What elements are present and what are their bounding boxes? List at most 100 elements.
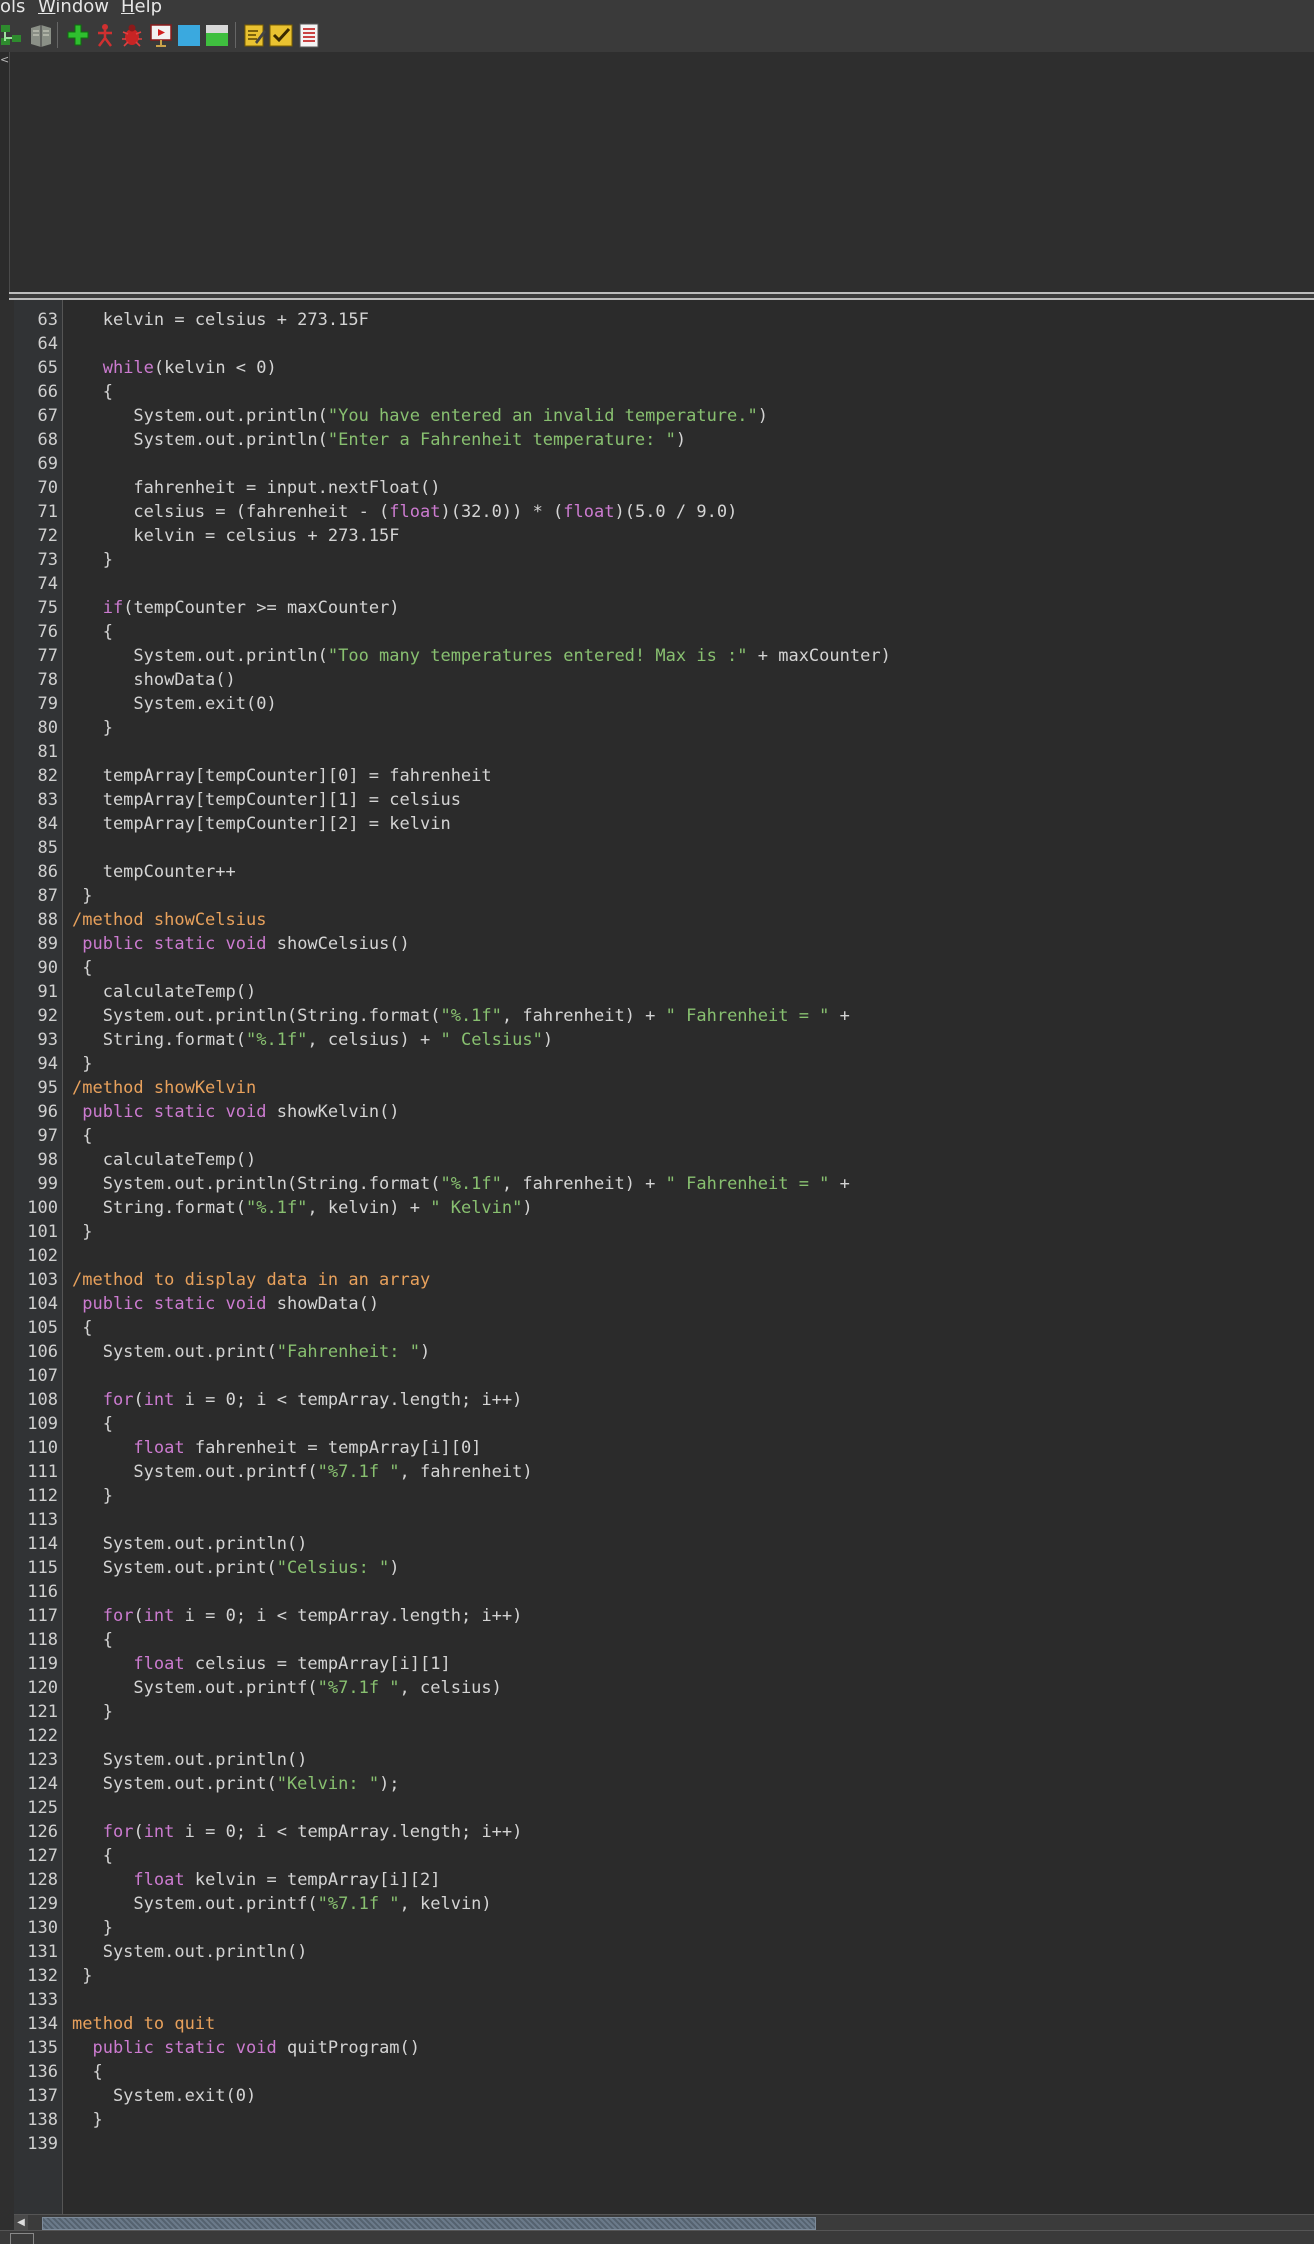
menu-window[interactable]: Window (38, 0, 109, 18)
code-line[interactable]: 126 for(int i = 0; i < tempArray.length;… (14, 1820, 1314, 1844)
code-line[interactable]: 76 { (14, 620, 1314, 644)
code-line[interactable]: 136 { (14, 2060, 1314, 2084)
compile-tree-icon[interactable] (0, 22, 24, 48)
code-line[interactable]: 89 public static void showCelsius() (14, 932, 1314, 956)
scrollbar-thumb[interactable] (42, 2217, 816, 2230)
code-line[interactable]: 137 System.exit(0) (14, 2084, 1314, 2108)
code-line[interactable]: 91 calculateTemp() (14, 980, 1314, 1004)
code-line[interactable]: 139 (14, 2132, 1314, 2156)
code-line[interactable]: 81 (14, 740, 1314, 764)
code-line[interactable]: 119 float celsius = tempArray[i][1] (14, 1652, 1314, 1676)
code-line[interactable]: 111 System.out.printf("%7.1f ", fahrenhe… (14, 1460, 1314, 1484)
code-line[interactable]: 82 tempArray[tempCounter][0] = fahrenhei… (14, 764, 1314, 788)
code-line[interactable]: 84 tempArray[tempCounter][2] = kelvin (14, 812, 1314, 836)
code-line[interactable]: 93 String.format("%.1f", celsius) + " Ce… (14, 1028, 1314, 1052)
code-line[interactable]: 117 for(int i = 0; i < tempArray.length;… (14, 1604, 1314, 1628)
code-line[interactable]: 131 System.out.println() (14, 1940, 1314, 1964)
code-line[interactable]: 135 public static void quitProgram() (14, 2036, 1314, 2060)
code-line[interactable]: 86 tempCounter++ (14, 860, 1314, 884)
code-line[interactable]: 132 } (14, 1964, 1314, 1988)
code-line[interactable]: 69 (14, 452, 1314, 476)
code-line[interactable]: 65 while(kelvin < 0) (14, 356, 1314, 380)
code-line[interactable]: 109 { (14, 1412, 1314, 1436)
code-line[interactable]: 95/method showKelvin (14, 1076, 1314, 1100)
code-line[interactable]: 71 celsius = (fahrenheit - (float)(32.0)… (14, 500, 1314, 524)
code-line[interactable]: 127 { (14, 1844, 1314, 1868)
code-line[interactable]: 112 } (14, 1484, 1314, 1508)
menu-help[interactable]: Help (121, 0, 162, 18)
menu-tools[interactable]: ols (0, 0, 25, 18)
code-line[interactable]: 88/method showCelsius (14, 908, 1314, 932)
document-list-icon[interactable] (297, 22, 321, 48)
code-editor[interactable]: 63 kelvin = celsius + 273.15F 64 65 while(… (14, 300, 1314, 2214)
cyan-square-icon[interactable] (177, 22, 201, 48)
code-line[interactable]: 129 System.out.printf("%7.1f ", kelvin) (14, 1892, 1314, 1916)
code-line[interactable]: 104 public static void showData() (14, 1292, 1314, 1316)
collapse-arrow-icon[interactable]: < (0, 54, 9, 66)
code-line[interactable]: 66 { (14, 380, 1314, 404)
code-line[interactable]: 70 fahrenheit = input.nextFloat() (14, 476, 1314, 500)
code-line[interactable]: 77 System.out.println("Too many temperat… (14, 644, 1314, 668)
code-line[interactable]: 90 { (14, 956, 1314, 980)
code-line[interactable]: 106 System.out.print("Fahrenheit: ") (14, 1340, 1314, 1364)
code-line[interactable]: 113 (14, 1508, 1314, 1532)
checklist-icon[interactable] (269, 22, 293, 48)
code-line[interactable]: 64 (14, 332, 1314, 356)
debug-bug-icon[interactable] (120, 22, 144, 48)
code-line[interactable]: 101 } (14, 1220, 1314, 1244)
code-line[interactable]: 92 System.out.println(String.format("%.1… (14, 1004, 1314, 1028)
code-line[interactable]: 80 } (14, 716, 1314, 740)
code-line[interactable]: 120 System.out.printf("%7.1f ", celsius) (14, 1676, 1314, 1700)
code-line[interactable]: 103/method to display data in an array (14, 1268, 1314, 1292)
code-line[interactable]: 78 showData() (14, 668, 1314, 692)
run-figure-icon[interactable] (93, 22, 117, 48)
code-line[interactable]: 83 tempArray[tempCounter][1] = celsius (14, 788, 1314, 812)
pane-splitter[interactable] (9, 292, 1314, 300)
status-tab[interactable] (10, 2233, 34, 2244)
code-line[interactable]: 102 (14, 1244, 1314, 1268)
code-line[interactable]: 124 System.out.print("Kelvin: "); (14, 1772, 1314, 1796)
code-line[interactable]: 133 (14, 1988, 1314, 2012)
code-line[interactable]: 138 } (14, 2108, 1314, 2132)
code-line[interactable]: 128 float kelvin = tempArray[i][2] (14, 1868, 1314, 1892)
code-line[interactable]: 68 System.out.println("Enter a Fahrenhei… (14, 428, 1314, 452)
presentation-icon[interactable] (149, 22, 173, 48)
code-line[interactable]: 87 } (14, 884, 1314, 908)
code-line[interactable]: 123 System.out.println() (14, 1748, 1314, 1772)
code-line[interactable]: 63 kelvin = celsius + 273.15F (14, 308, 1314, 332)
code-line[interactable]: 105 { (14, 1316, 1314, 1340)
edit-note-icon[interactable] (243, 22, 267, 48)
code-line[interactable]: 130 } (14, 1916, 1314, 1940)
code-line[interactable]: 118 { (14, 1628, 1314, 1652)
code-line[interactable]: 85 (14, 836, 1314, 860)
code-line[interactable]: 134 method to quit (14, 2012, 1314, 2036)
add-green-plus-icon[interactable] (66, 22, 90, 48)
code-line[interactable]: 107 (14, 1364, 1314, 1388)
code-line[interactable]: 73 } (14, 548, 1314, 572)
code-line[interactable]: 125 (14, 1796, 1314, 1820)
line-number: 122 (27, 1726, 58, 1746)
horizontal-scrollbar[interactable]: ◀ (14, 2214, 1314, 2231)
code-line[interactable]: 67 System.out.println("You have entered … (14, 404, 1314, 428)
code-line[interactable]: 114 System.out.println() (14, 1532, 1314, 1556)
code-line[interactable]: 122 (14, 1724, 1314, 1748)
green-window-icon[interactable] (205, 22, 229, 48)
code-line[interactable]: 115 System.out.print("Celsius: ") (14, 1556, 1314, 1580)
code-line[interactable]: 79 System.exit(0) (14, 692, 1314, 716)
code-line[interactable]: 100 String.format("%.1f", kelvin) + " Ke… (14, 1196, 1314, 1220)
code-line[interactable]: 110 float fahrenheit = tempArray[i][0] (14, 1436, 1314, 1460)
code-line[interactable]: 98 calculateTemp() (14, 1148, 1314, 1172)
code-line[interactable]: 96 public static void showKelvin() (14, 1100, 1314, 1124)
code-line[interactable]: 72 kelvin = celsius + 273.15F (14, 524, 1314, 548)
book-icon[interactable] (29, 22, 53, 48)
code-line[interactable]: 94 } (14, 1052, 1314, 1076)
code-line[interactable]: 108 for(int i = 0; i < tempArray.length;… (14, 1388, 1314, 1412)
code-line[interactable]: 99 System.out.println(String.format("%.1… (14, 1172, 1314, 1196)
code-line[interactable]: 97 { (14, 1124, 1314, 1148)
code-line[interactable]: 121 } (14, 1700, 1314, 1724)
scroll-left-arrow-icon[interactable]: ◀ (14, 2215, 28, 2231)
code-line[interactable]: 74 (14, 572, 1314, 596)
code-line[interactable]: 75 if(tempCounter >= maxCounter) (14, 596, 1314, 620)
code-line[interactable]: 116 (14, 1580, 1314, 1604)
